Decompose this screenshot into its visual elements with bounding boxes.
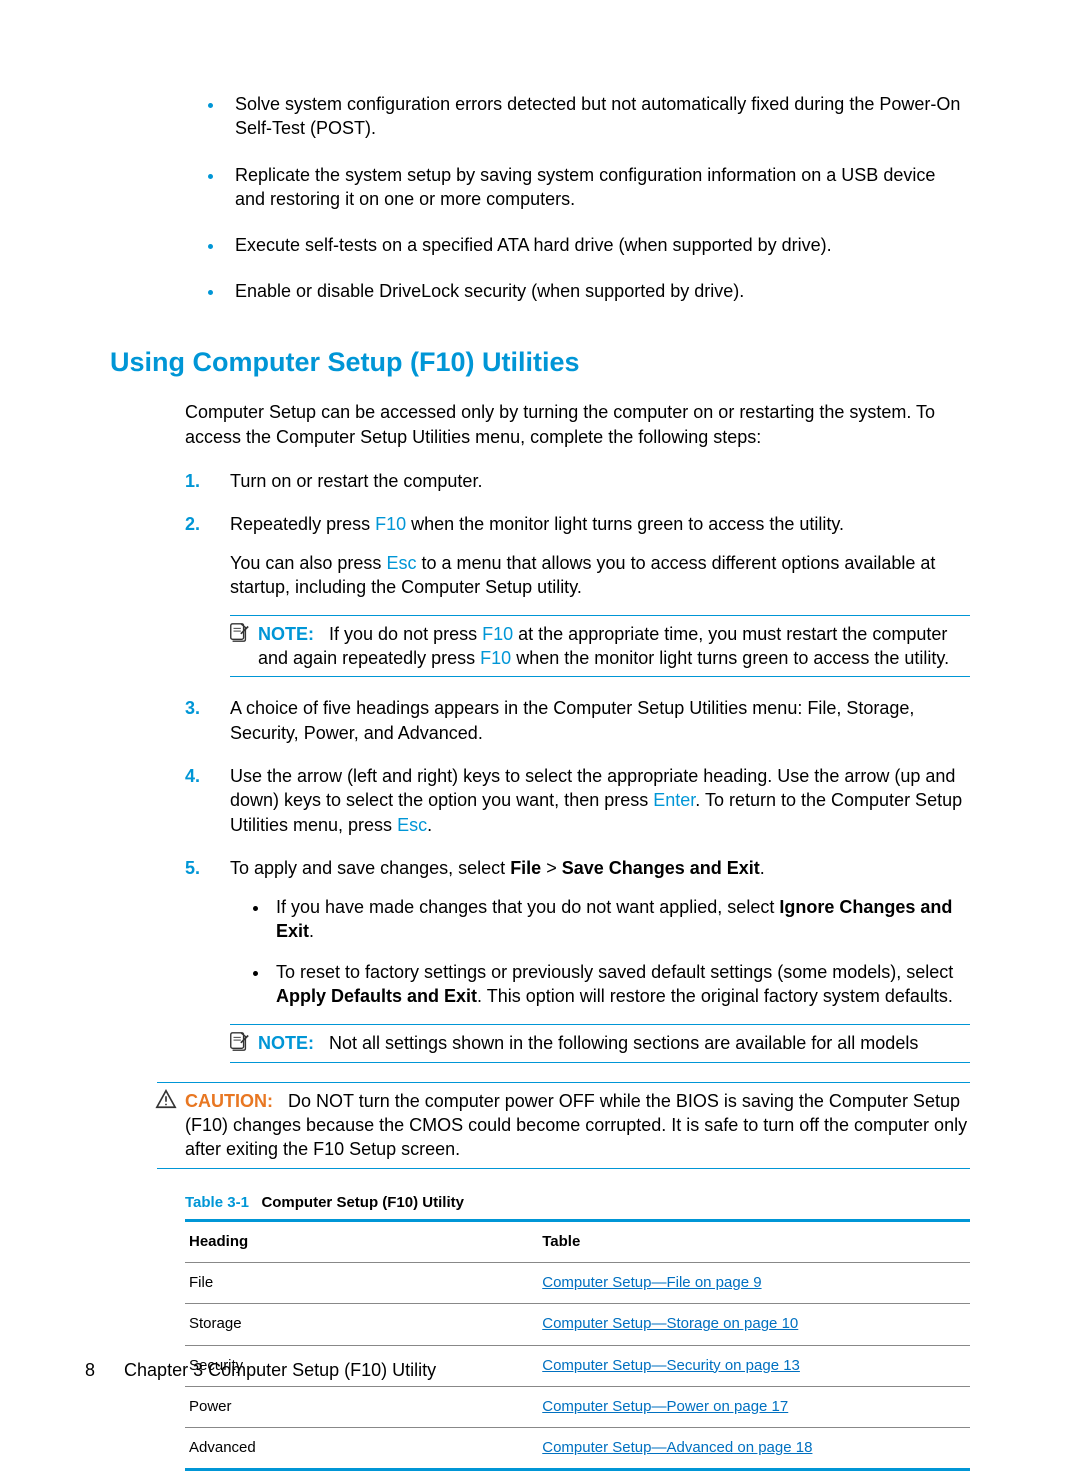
step-item: To apply and save changes, select File >… — [185, 856, 970, 1063]
text-fragment: To reset to factory settings or previous… — [276, 962, 953, 982]
setup-table: Heading Table File Computer Setup—File o… — [185, 1219, 970, 1471]
feature-bullet: Execute self-tests on a specified ATA ha… — [225, 233, 970, 257]
text-fragment: You can also press — [230, 553, 386, 573]
document-page: Solve system configuration errors detect… — [0, 0, 1080, 1437]
feature-bullet: Solve system configuration errors detect… — [225, 92, 970, 141]
step-text: Turn on or restart the computer. — [230, 469, 970, 493]
caution-box: CAUTION: Do NOT turn the computer power … — [157, 1082, 970, 1169]
table-cell-heading: Storage — [185, 1304, 538, 1345]
step-item: Turn on or restart the computer. — [185, 469, 970, 493]
table-cell-heading: Power — [185, 1386, 538, 1427]
intro-paragraph: Computer Setup can be accessed only by t… — [185, 400, 970, 450]
text-fragment: . — [309, 921, 314, 941]
table-link[interactable]: Computer Setup—Security on page 13 — [542, 1357, 800, 1374]
note-icon — [228, 621, 250, 643]
key-name: Esc — [386, 553, 416, 573]
note-label: NOTE: — [258, 624, 314, 644]
text-fragment: when the monitor light turns green to ac… — [406, 514, 844, 534]
table-cell-heading: Advanced — [185, 1428, 538, 1470]
table-header-heading: Heading — [185, 1220, 538, 1262]
note-box: NOTE: Not all settings shown in the foll… — [230, 1024, 970, 1062]
sub-bullet: To reset to factory settings or previous… — [270, 960, 970, 1009]
table-row: Advanced Computer Setup—Advanced on page… — [185, 1428, 970, 1470]
text-fragment: Do NOT turn the computer power OFF while… — [185, 1091, 967, 1160]
step-item: Repeatedly press F10 when the monitor li… — [185, 512, 970, 677]
step-text: To apply and save changes, select File >… — [230, 856, 970, 880]
page-number: 8 — [85, 1360, 95, 1380]
text-fragment: when the monitor light turns green to ac… — [511, 648, 949, 668]
step-item: Use the arrow (left and right) keys to s… — [185, 764, 970, 837]
key-name: F10 — [482, 624, 513, 644]
text-fragment: Not all settings shown in the following … — [329, 1033, 918, 1053]
table-header-table: Table — [538, 1220, 970, 1262]
text-fragment: . This option will restore the original … — [477, 986, 953, 1006]
text-fragment: If you do not press — [329, 624, 482, 644]
chapter-title: Chapter 3 Computer Setup (F10) Utility — [124, 1360, 436, 1380]
table-link[interactable]: Computer Setup—Power on page 17 — [542, 1398, 788, 1415]
text-fragment: If you have made changes that you do not… — [276, 897, 779, 917]
sub-bullet-list: If you have made changes that you do not… — [230, 895, 970, 1008]
caution-label: CAUTION: — [185, 1091, 273, 1111]
feature-bullet-list: Solve system configuration errors detect… — [185, 92, 970, 304]
step-text: You can also press Esc to a menu that al… — [230, 551, 970, 600]
text-fragment: To apply and save changes, select — [230, 858, 510, 878]
table-row: Power Computer Setup—Power on page 17 — [185, 1386, 970, 1427]
step-text: A choice of five headings appears in the… — [230, 696, 970, 745]
content-body: Solve system configuration errors detect… — [185, 92, 970, 1471]
sub-bullet: If you have made changes that you do not… — [270, 895, 970, 944]
table-caption-title: Computer Setup (F10) Utility — [261, 1194, 464, 1211]
key-name: Esc — [397, 815, 427, 835]
key-name: F10 — [375, 514, 406, 534]
feature-bullet: Enable or disable DriveLock security (wh… — [225, 279, 970, 303]
table-cell-heading: File — [185, 1263, 538, 1304]
bold-text: File — [510, 858, 541, 878]
step-text: Repeatedly press F10 when the monitor li… — [230, 512, 970, 536]
text-fragment: . — [427, 815, 432, 835]
caution-icon — [155, 1088, 177, 1110]
step-item: A choice of five headings appears in the… — [185, 696, 970, 745]
text-fragment: Repeatedly press — [230, 514, 375, 534]
table-caption-label: Table 3-1 — [185, 1194, 249, 1211]
table-row: File Computer Setup—File on page 9 — [185, 1263, 970, 1304]
table-link[interactable]: Computer Setup—Storage on page 10 — [542, 1315, 798, 1332]
table-caption: Table 3-1 Computer Setup (F10) Utility — [185, 1193, 970, 1213]
feature-bullet: Replicate the system setup by saving sys… — [225, 163, 970, 212]
text-fragment: > — [541, 858, 562, 878]
key-name: F10 — [480, 648, 511, 668]
key-name: Enter — [653, 790, 695, 810]
note-label: NOTE: — [258, 1033, 314, 1053]
bold-text: Apply Defaults and Exit — [276, 986, 477, 1006]
section-heading: Using Computer Setup (F10) Utilities — [110, 344, 970, 380]
table-link[interactable]: Computer Setup—Advanced on page 18 — [542, 1439, 812, 1456]
note-icon — [228, 1030, 250, 1052]
table-row: Storage Computer Setup—Storage on page 1… — [185, 1304, 970, 1345]
page-footer: 8 Chapter 3 Computer Setup (F10) Utility — [85, 1358, 436, 1382]
steps-list: Turn on or restart the computer. Repeate… — [185, 469, 970, 1063]
text-fragment: . — [760, 858, 765, 878]
step-text: Use the arrow (left and right) keys to s… — [230, 764, 970, 837]
bold-text: Save Changes and Exit — [562, 858, 760, 878]
table-header-row: Heading Table — [185, 1220, 970, 1262]
table-link[interactable]: Computer Setup—File on page 9 — [542, 1274, 761, 1291]
note-box: NOTE: If you do not press F10 at the app… — [230, 615, 970, 678]
